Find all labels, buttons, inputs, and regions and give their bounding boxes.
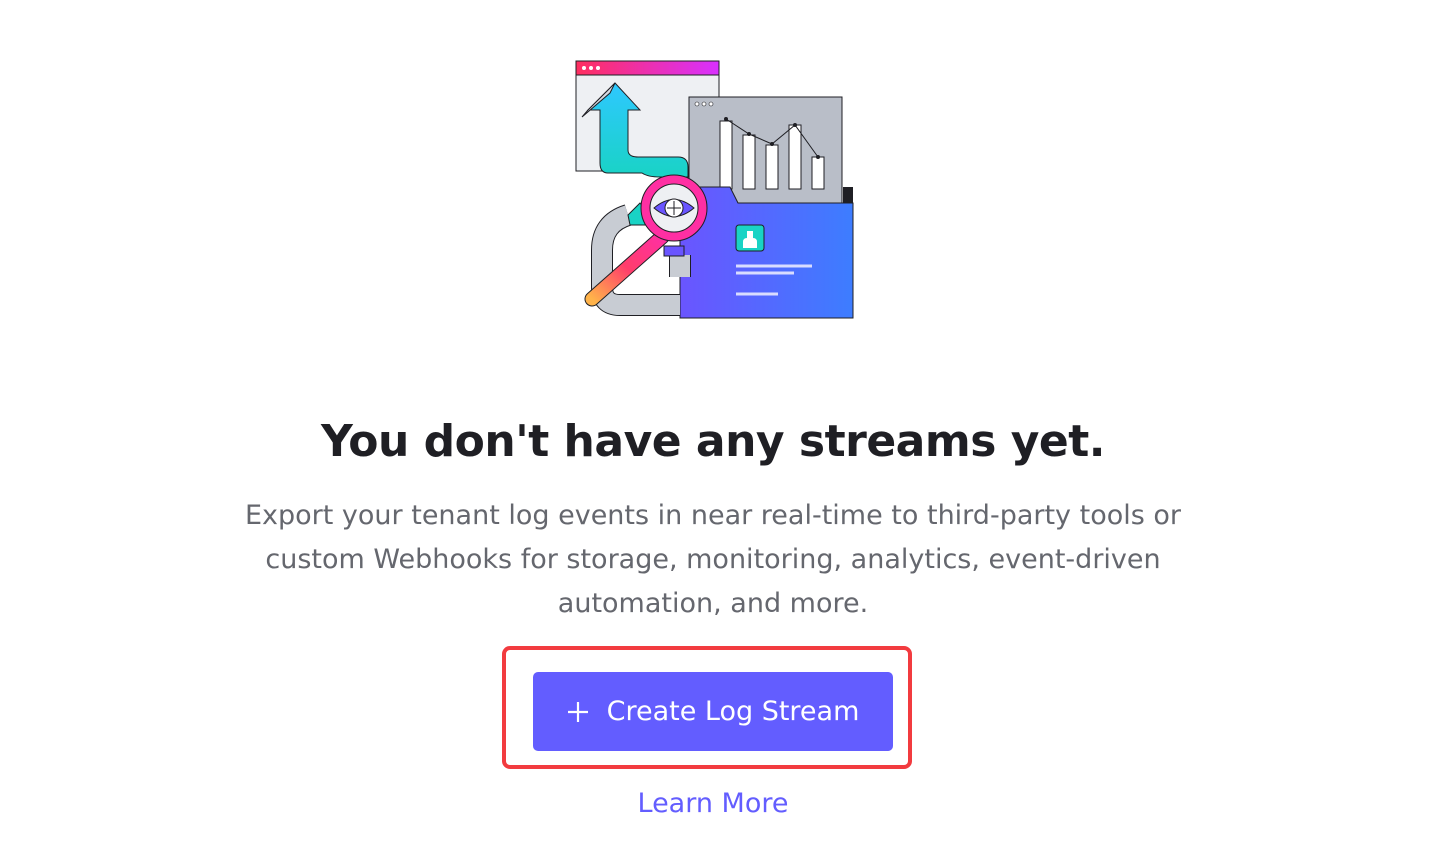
- learn-more-link[interactable]: Learn More: [0, 788, 1426, 819]
- empty-state-title: You don't have any streams yet.: [320, 416, 1106, 467]
- log-streams-empty-page: You don't have any streams yet. Export y…: [0, 0, 1454, 862]
- empty-state-description: Export your tenant log events in near re…: [244, 500, 1182, 619]
- log-stream-illustration: [575, 60, 854, 319]
- plus-icon: [567, 701, 588, 722]
- create-log-stream-button[interactable]: Create Log Stream: [533, 672, 893, 751]
- create-log-stream-label: Create Log Stream: [606, 696, 860, 727]
